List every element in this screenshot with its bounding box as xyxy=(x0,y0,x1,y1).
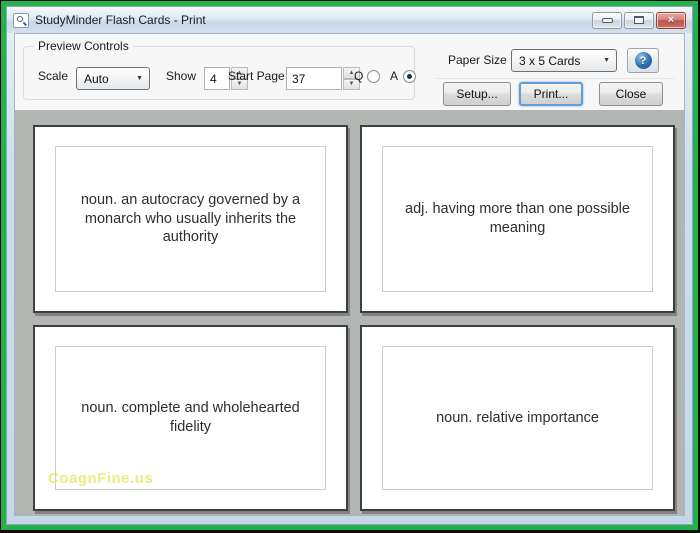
start-page-spinner: ▲ ▼ xyxy=(286,67,360,90)
watermark-text: CoagnFine.us xyxy=(48,470,153,487)
start-page-input[interactable] xyxy=(286,67,342,90)
magnifier-handle xyxy=(23,21,27,25)
magnifier-app-icon xyxy=(13,13,29,28)
preview-controls-row: Scale Auto ▼ Show ▲ ▼ xyxy=(24,65,414,89)
flashcard-outline: noun. relative importance xyxy=(382,346,653,490)
flashcard-text: noun. relative importance xyxy=(414,409,621,428)
scale-dropdown[interactable]: Auto ▼ xyxy=(76,67,150,90)
app-window: StudyMinder Flash Cards - Print × Previe… xyxy=(6,6,693,525)
flashcard-outline: noun. an autocracy governed by a monarch… xyxy=(55,146,326,292)
print-preview-area: noun. an autocracy governed by a monarch… xyxy=(15,110,684,515)
minimize-icon xyxy=(602,18,613,23)
flashcard-text: adj. having more than one possible meani… xyxy=(383,200,652,237)
flashcard-page: noun. relative importance xyxy=(360,325,675,511)
flashcard-text: noun. complete and wholehearted fidelity xyxy=(56,399,325,436)
paper-size-label: Paper Size xyxy=(448,53,507,67)
show-label: Show xyxy=(166,69,196,83)
chevron-down-icon: ▼ xyxy=(603,57,616,64)
close-icon: × xyxy=(668,15,674,26)
flashcard-outline: adj. having more than one possible meani… xyxy=(382,146,653,292)
paper-size-value: 3 x 5 Cards xyxy=(519,54,580,68)
paper-size-dropdown[interactable]: 3 x 5 Cards ▼ xyxy=(511,49,617,72)
minimize-button[interactable] xyxy=(592,12,622,29)
print-button[interactable]: Print... xyxy=(519,82,583,106)
start-page-label: Start Page xyxy=(228,69,285,83)
show-input[interactable] xyxy=(204,67,230,90)
decorative-green-frame: StudyMinder Flash Cards - Print × Previe… xyxy=(1,1,698,530)
setup-button[interactable]: Setup... xyxy=(443,82,511,106)
close-dialog-button[interactable]: Close xyxy=(599,82,663,106)
flashcard-text: noun. an autocracy governed by a monarch… xyxy=(56,191,325,247)
client-area: Preview Controls Scale Auto ▼ Show ▲ xyxy=(14,33,685,516)
scale-label: Scale xyxy=(38,69,68,83)
divider xyxy=(435,78,674,79)
controls-panel: Preview Controls Scale Auto ▼ Show ▲ xyxy=(15,34,684,110)
help-button[interactable]: ? xyxy=(627,48,659,73)
answer-radio[interactable] xyxy=(403,70,416,83)
chevron-down-icon: ▼ xyxy=(136,75,149,82)
preview-controls-label: Preview Controls xyxy=(34,39,133,53)
help-icon: ? xyxy=(635,52,652,69)
flashcard-page: noun. an autocracy governed by a monarch… xyxy=(33,125,348,313)
scale-value: Auto xyxy=(84,72,109,86)
flashcard-outline: noun. complete and wholehearted fidelity xyxy=(55,346,326,490)
window-title: StudyMinder Flash Cards - Print xyxy=(35,13,206,27)
flashcard-page: adj. having more than one possible meani… xyxy=(360,125,675,313)
answer-radio-label: A xyxy=(390,69,398,83)
maximize-icon xyxy=(634,16,644,24)
question-radio[interactable] xyxy=(367,70,380,83)
close-button[interactable]: × xyxy=(656,12,686,29)
preview-controls-groupbox: Preview Controls Scale Auto ▼ Show ▲ xyxy=(23,46,415,100)
magnifier-lens xyxy=(17,16,23,22)
maximize-button[interactable] xyxy=(624,12,654,29)
titlebar: StudyMinder Flash Cards - Print × xyxy=(7,7,692,33)
window-buttons: × xyxy=(592,12,686,29)
question-radio-label: Q xyxy=(354,69,363,83)
